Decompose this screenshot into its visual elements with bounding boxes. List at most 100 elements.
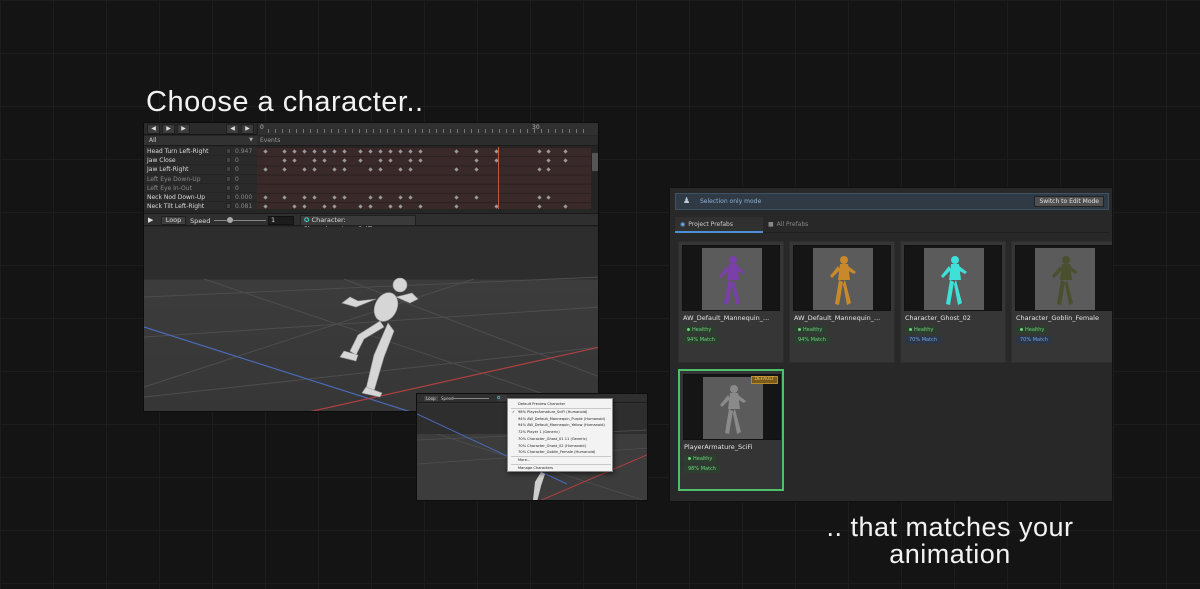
keyframe[interactable]	[358, 149, 363, 154]
mini-loop-button[interactable]: Loop	[424, 396, 438, 401]
mini-speed-slider[interactable]	[453, 398, 489, 399]
dropdown-character-item[interactable]: ✓ 98% PlayerArmature_SciFi (Humanoid)	[508, 409, 614, 415]
keyframe[interactable]	[378, 167, 383, 173]
dropdown-character-item[interactable]: 94% AW_Default_Mannequin_Purple (Humanoi…	[508, 416, 614, 422]
dropdown-character-item[interactable]: 70% Character_Ghost_02 (Humanoid)	[508, 443, 614, 449]
keyframe[interactable]	[454, 195, 459, 200]
keyframe[interactable]	[474, 195, 479, 200]
keyframe[interactable]	[368, 195, 373, 200]
property-value[interactable]: 0	[235, 184, 239, 193]
speed-field[interactable]: 1	[268, 216, 294, 225]
property-filter-dropdown[interactable]: All ▼	[144, 136, 257, 146]
tab-project-prefabs[interactable]: ◉ Project Prefabs	[675, 217, 763, 233]
keyframe[interactable]	[358, 204, 363, 209]
keyframe[interactable]	[536, 167, 542, 173]
keyframe[interactable]	[378, 195, 383, 200]
dropdown-character-item[interactable]: 70% Character_Ghost_01 11 (Generic)	[508, 436, 614, 442]
dopesheet[interactable]	[257, 147, 591, 209]
prefab-card[interactable]: AW_Default_Mannequin_... Healthy 94% Match	[789, 241, 895, 363]
keyframe[interactable]	[312, 149, 317, 154]
keyframe[interactable]	[302, 149, 307, 154]
keyframe[interactable]	[474, 149, 479, 154]
next-frame-button[interactable]: ▶	[177, 124, 190, 134]
keyframe[interactable]	[368, 204, 373, 209]
keyframe[interactable]	[302, 167, 307, 173]
keyframe[interactable]	[312, 167, 317, 173]
last-keyframe-button[interactable]: ▶	[241, 124, 254, 134]
property-toggle[interactable]	[226, 203, 231, 210]
events-track[interactable]: Events	[257, 136, 598, 146]
property-toggle[interactable]	[226, 184, 231, 191]
keyframe[interactable]	[474, 167, 479, 173]
tab-all-prefabs[interactable]: ■ All Prefabs	[763, 217, 853, 233]
keyframe[interactable]	[418, 149, 423, 154]
keyframe[interactable]	[378, 158, 383, 163]
prefab-card[interactable]: Character_Goblin_Female Healthy 70% Match	[1011, 241, 1112, 363]
keyframe[interactable]	[322, 158, 327, 163]
prefab-card[interactable]: AW_Default_Mannequin_... Healthy 94% Match	[678, 241, 784, 363]
preview-viewport[interactable]	[144, 227, 598, 411]
keyframe[interactable]	[322, 149, 327, 154]
prefab-card[interactable]: Character_Ghost_02 Healthy 70% Match	[900, 241, 1006, 363]
keyframe[interactable]	[302, 204, 307, 209]
speed-slider[interactable]	[214, 220, 266, 221]
keyframe[interactable]	[322, 204, 327, 209]
keyframe[interactable]	[398, 167, 403, 173]
keyframe[interactable]	[408, 195, 413, 200]
keyframe[interactable]	[563, 158, 568, 163]
dropdown-character-item[interactable]: 94% AW_Default_Mannequin_Yellow (Humanoi…	[508, 422, 614, 428]
property-row[interactable]: Jaw Close 0	[144, 156, 257, 166]
keyframe[interactable]	[262, 195, 268, 200]
preview-play-icon[interactable]: ▶	[148, 216, 153, 224]
keyframe[interactable]	[408, 167, 413, 173]
keyframe[interactable]	[302, 195, 307, 200]
keyframe[interactable]	[292, 204, 297, 209]
keyframe[interactable]	[408, 149, 413, 154]
property-value[interactable]: 0	[235, 165, 239, 174]
property-row[interactable]: Neck Tilt Left-Right 0.081	[144, 202, 257, 212]
keyframe[interactable]	[563, 204, 568, 209]
keyframe[interactable]	[332, 167, 337, 173]
first-keyframe-button[interactable]: ◀	[226, 124, 239, 134]
property-row[interactable]: Head Turn Left-Right 0.947	[144, 147, 257, 157]
timeline-ruler[interactable]: 0 30	[257, 123, 598, 135]
property-toggle[interactable]	[226, 148, 231, 154]
switch-to-edit-mode-button[interactable]: Switch to Edit Mode	[1034, 196, 1104, 207]
keyframe[interactable]	[292, 149, 297, 154]
prev-frame-button[interactable]: ◀	[147, 124, 160, 134]
keyframe[interactable]	[398, 149, 403, 154]
property-row[interactable]: Left Eye Down-Up 0	[144, 174, 257, 184]
keyframe[interactable]	[388, 158, 393, 163]
property-row[interactable]: Jaw Left-Right 0	[144, 165, 257, 175]
keyframe[interactable]	[312, 195, 317, 200]
keyframe[interactable]	[454, 149, 459, 154]
keyframe[interactable]	[332, 204, 337, 209]
keyframe[interactable]	[312, 158, 317, 163]
dropdown-character-item[interactable]: 70% Character_Goblin_Female (Humanoid)	[508, 449, 614, 455]
loop-button[interactable]: Loop	[161, 216, 186, 225]
keyframe[interactable]	[368, 167, 373, 173]
keyframe[interactable]	[474, 158, 479, 163]
property-row[interactable]: Left Eye In-Out 0	[144, 183, 257, 193]
dopesheet-scrollbar[interactable]	[591, 147, 598, 209]
keyframe[interactable]	[262, 149, 268, 154]
keyframe[interactable]	[262, 167, 268, 173]
keyframe[interactable]	[282, 195, 288, 200]
keyframe[interactable]	[342, 158, 347, 163]
keyframe[interactable]	[342, 149, 347, 154]
character-selector-button[interactable]: ✪ Character: PlayerArmature_SciFi	[300, 215, 416, 233]
property-toggle[interactable]	[226, 157, 231, 164]
keyframe[interactable]	[563, 149, 568, 154]
keyframe[interactable]	[546, 149, 552, 154]
mini-character-button[interactable]: ✪	[497, 395, 507, 401]
keyframe[interactable]	[418, 158, 423, 163]
keyframe[interactable]	[536, 149, 542, 154]
keyframe[interactable]	[342, 167, 347, 173]
property-toggle[interactable]	[226, 166, 231, 173]
keyframe[interactable]	[368, 149, 373, 154]
keyframe[interactable]	[358, 158, 363, 163]
keyframe[interactable]	[332, 195, 337, 200]
keyframe[interactable]	[282, 158, 288, 163]
keyframe[interactable]	[546, 195, 552, 200]
speed-slider-knob[interactable]	[226, 217, 233, 223]
